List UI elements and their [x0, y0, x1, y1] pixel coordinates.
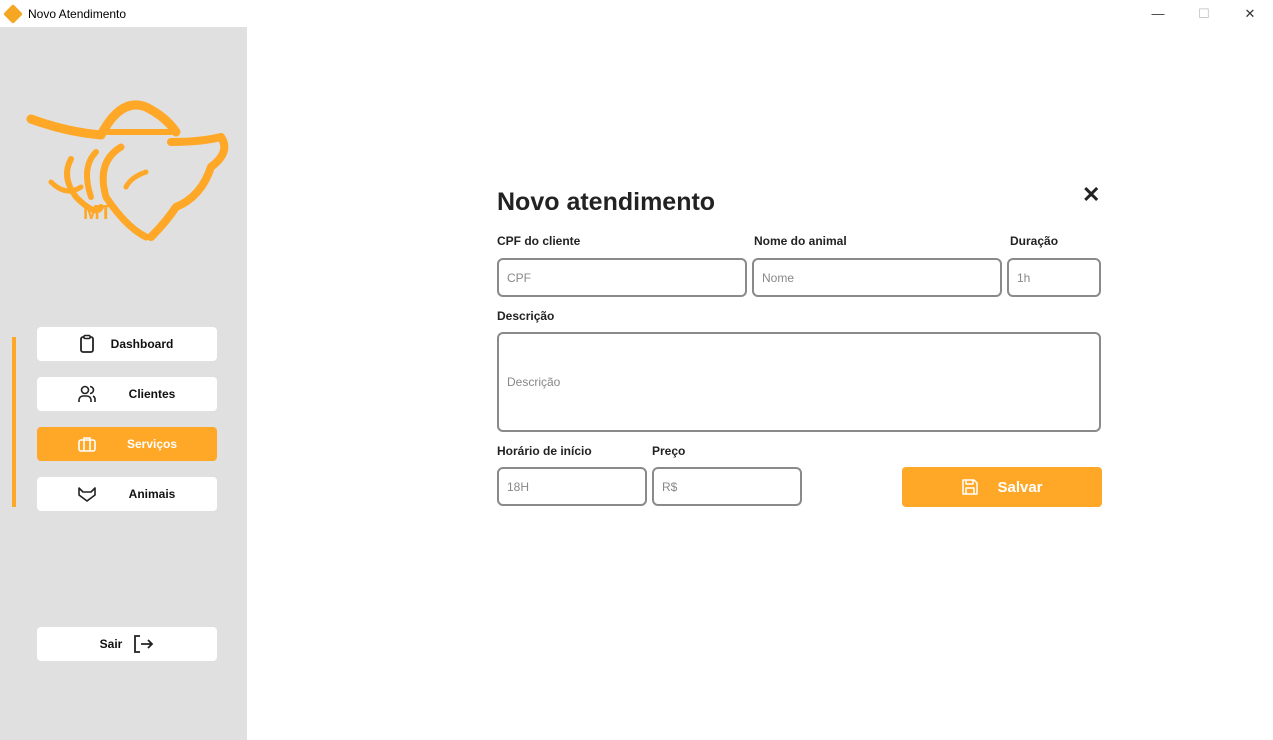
cpf-label: CPF do cliente [497, 234, 581, 248]
logout-button[interactable]: Sair [37, 627, 217, 661]
window-title: Novo Atendimento [28, 6, 127, 21]
animal-label: Nome do animal [754, 234, 847, 248]
description-label: Descrição [497, 309, 555, 323]
save-button[interactable]: Salvar [902, 467, 1102, 507]
start-time-input[interactable]: 18H [497, 467, 647, 506]
app-icon [3, 3, 23, 24]
maximize-button[interactable]: ☐ [1181, 0, 1227, 27]
nav-indicator [12, 337, 16, 507]
close-icon[interactable]: ✕ [1082, 182, 1100, 208]
sidebar-item-label: Serviços [126, 437, 178, 451]
logout-label: Sair [99, 637, 123, 651]
price-label: Preço [652, 444, 686, 458]
cpf-input[interactable]: CPF [497, 258, 747, 297]
svg-text:MT: MT [83, 202, 112, 224]
sidebar-item-label: Dashboard [110, 337, 174, 351]
start-time-label: Horário de início [497, 444, 592, 458]
duration-label: Duração [1010, 234, 1059, 248]
sidebar-item-clientes[interactable]: Clientes [37, 377, 217, 411]
logo-dog-icon: MT [26, 100, 229, 241]
close-window-button[interactable]: ✕ [1227, 0, 1273, 27]
save-label: Salvar [997, 478, 1043, 496]
logout-icon [134, 635, 154, 653]
minimize-button[interactable]: — [1135, 0, 1181, 27]
page-title: Novo atendimento [497, 188, 716, 216]
sidebar-item-label: Animais [128, 487, 176, 501]
sidebar-item-animais[interactable]: Animais [37, 477, 217, 511]
animal-name-input[interactable]: Nome [752, 258, 1002, 297]
sidebar-item-dashboard[interactable]: Dashboard [37, 327, 217, 361]
sidebar-item-servicos[interactable]: Serviços [37, 427, 217, 461]
sidebar-item-label: Clientes [128, 387, 176, 401]
duration-input[interactable]: 1h [1007, 258, 1101, 297]
title-bar: Novo Atendimento — ☐ ✕ [0, 0, 1273, 27]
floppy-disk-icon [962, 479, 979, 495]
description-input[interactable]: Descrição [497, 332, 1101, 432]
price-input[interactable]: R$ [652, 467, 802, 506]
